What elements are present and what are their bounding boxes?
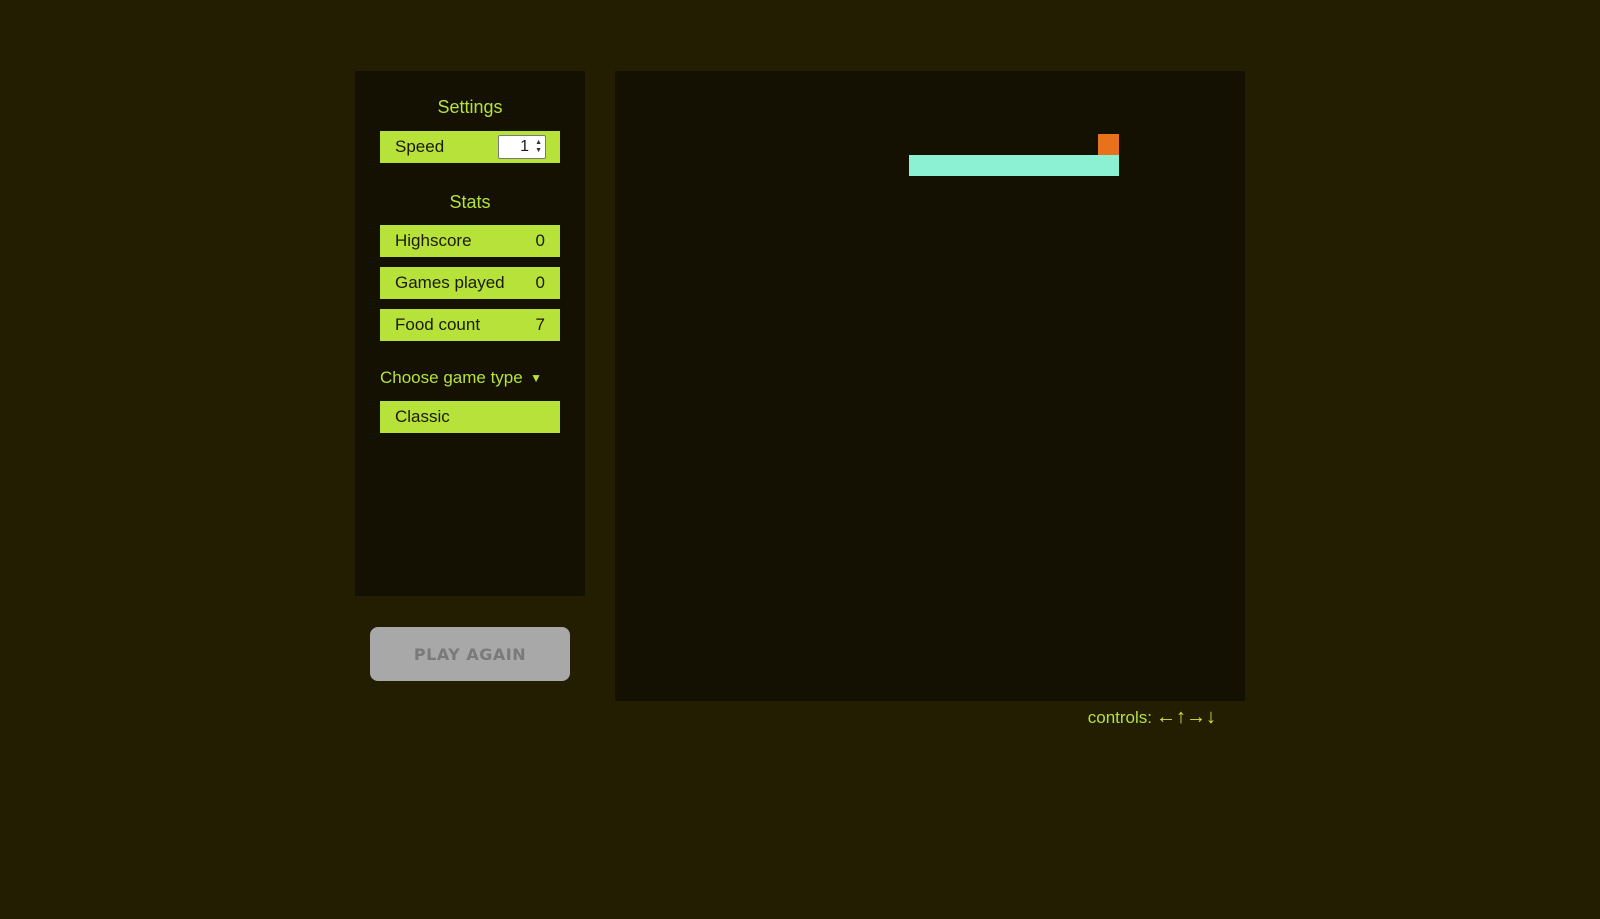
game-board[interactable] bbox=[615, 71, 1245, 701]
stat-label: Food count bbox=[395, 315, 481, 334]
spin-down-icon[interactable]: ▼ bbox=[535, 147, 542, 155]
controls-hint: controls: ←↑→↓ bbox=[1020, 706, 1216, 729]
stat-label: Highscore bbox=[395, 231, 472, 250]
game-type-value: Classic bbox=[395, 407, 450, 426]
game-type-label: Choose game type bbox=[380, 368, 523, 387]
arrow-up-icon[interactable]: ↑ bbox=[1176, 706, 1186, 728]
spin-up-icon[interactable]: ▲ bbox=[535, 139, 542, 147]
arrow-right-icon[interactable]: → bbox=[1186, 706, 1206, 728]
controls-label: controls: bbox=[1087, 708, 1152, 727]
play-again-button[interactable]: PLAY AGAIN bbox=[370, 627, 570, 681]
stat-value: 7 bbox=[535, 315, 545, 334]
stat-row-games-played: Games played 0 bbox=[380, 267, 560, 299]
controls-arrows: ←↑→↓ bbox=[1156, 706, 1216, 728]
game-type-dropdown-toggle[interactable]: Choose game type ▼ bbox=[380, 367, 550, 389]
spinner-icon[interactable]: ▲ ▼ bbox=[535, 139, 542, 155]
speed-input[interactable]: 1 ▲ ▼ bbox=[498, 135, 546, 159]
snake-body bbox=[909, 155, 1119, 176]
caret-down-icon[interactable]: ▼ bbox=[530, 367, 542, 389]
arrow-left-icon[interactable]: ← bbox=[1156, 706, 1176, 728]
stat-row-food-count: Food count 7 bbox=[380, 309, 560, 341]
speed-value: 1 bbox=[520, 138, 530, 155]
speed-row: Speed 1 ▲ ▼ bbox=[380, 131, 560, 163]
game-type-option-selected[interactable]: Classic bbox=[380, 401, 560, 433]
stat-value: 0 bbox=[535, 273, 545, 292]
stat-row-highscore: Highscore 0 bbox=[380, 225, 560, 257]
arrow-down-icon[interactable]: ↓ bbox=[1206, 706, 1216, 728]
sidebar-panel: Settings Speed 1 ▲ ▼ Stats Highscore 0 G… bbox=[355, 71, 585, 596]
stats-title: Stats bbox=[449, 192, 491, 212]
speed-label: Speed bbox=[395, 137, 445, 156]
stat-label: Games played bbox=[395, 273, 505, 292]
food-item bbox=[1098, 134, 1119, 155]
settings-title: Settings bbox=[437, 97, 503, 117]
stat-value: 0 bbox=[535, 231, 545, 250]
